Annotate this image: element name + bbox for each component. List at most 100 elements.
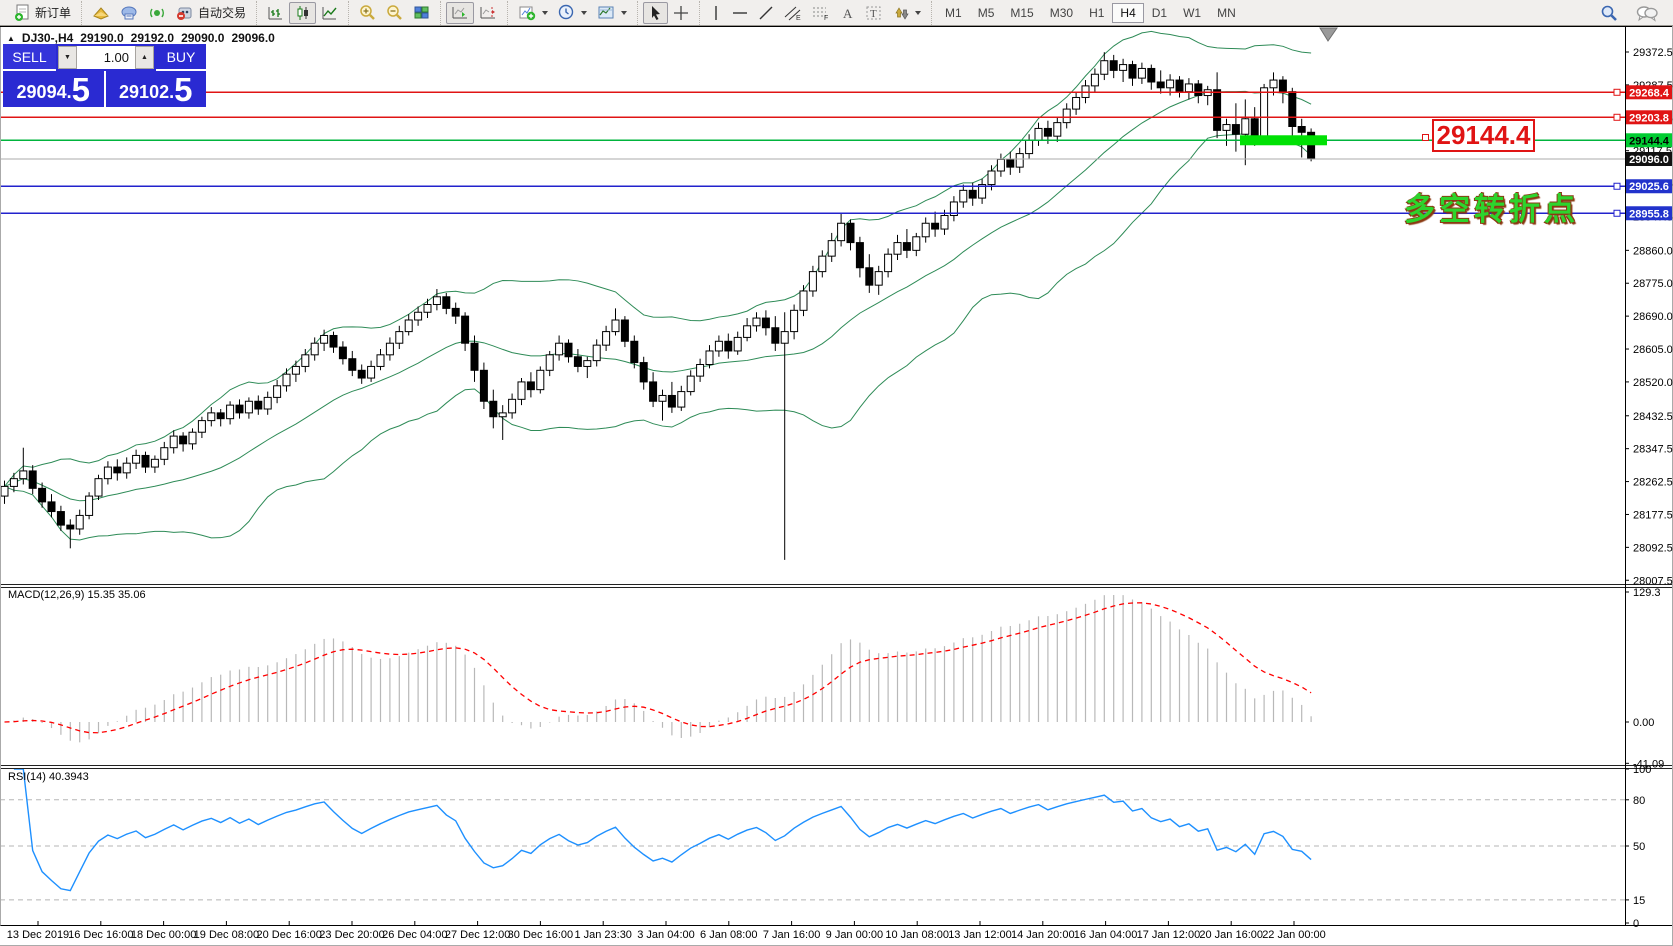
svg-text:9 Jan 00:00: 9 Jan 00:00 xyxy=(826,929,884,941)
svg-text:20 Dec 16:00: 20 Dec 16:00 xyxy=(256,929,321,941)
mouse-cursor-icon xyxy=(1320,28,1337,41)
sell-button[interactable]: SELL xyxy=(3,44,56,71)
svg-text:3 Jan 04:00: 3 Jan 04:00 xyxy=(637,929,695,941)
volume-control: ▼ ▲ xyxy=(56,44,156,71)
svg-text:18 Dec 00:00: 18 Dec 00:00 xyxy=(131,929,196,941)
svg-text:28432.5: 28432.5 xyxy=(1633,411,1673,423)
svg-text:15: 15 xyxy=(1633,895,1645,907)
tab-timeframe-m15[interactable]: M15 xyxy=(1002,3,1041,23)
chat-button[interactable] xyxy=(1631,2,1663,24)
periods-button[interactable] xyxy=(553,2,592,24)
svg-text:E: E xyxy=(796,15,801,21)
svg-text:28007.5: 28007.5 xyxy=(1633,575,1673,587)
svg-text:A: A xyxy=(843,6,853,21)
text-button[interactable]: A xyxy=(835,2,860,24)
new-order-button[interactable]: 新订单 xyxy=(9,2,76,24)
toolbar-group-zoom xyxy=(348,1,440,25)
price-chart-canvas[interactable]: 29372.529287.529202.529117.529032.528947… xyxy=(0,26,1673,946)
tab-timeframe-h4[interactable]: H4 xyxy=(1112,3,1143,23)
macd-axis: 129.30.00-41.09 xyxy=(1633,587,1664,770)
svg-text:100: 100 xyxy=(1633,764,1651,776)
tab-timeframe-h1[interactable]: H1 xyxy=(1081,3,1112,23)
fibonacci-button[interactable]: F xyxy=(807,2,835,24)
one-click-trading-panel: SELL ▼ ▲ BUY 29094 . 5 29102 . 5 xyxy=(3,44,206,107)
horizontal-line-icon xyxy=(732,5,748,21)
tab-timeframe-m1[interactable]: M1 xyxy=(937,3,970,23)
trendline-icon xyxy=(758,5,774,21)
cursor-button[interactable] xyxy=(643,2,668,24)
svg-text:23 Dec 20:00: 23 Dec 20:00 xyxy=(319,929,384,941)
volume-decrease-button[interactable]: ▼ xyxy=(58,46,77,69)
svg-text:1 Jan 23:30: 1 Jan 23:30 xyxy=(574,929,632,941)
text-label-button[interactable]: T xyxy=(860,2,888,24)
tile-windows-icon xyxy=(413,5,430,21)
candlestick-chart-button[interactable] xyxy=(289,2,316,24)
tab-timeframe-d1[interactable]: D1 xyxy=(1144,3,1175,23)
tab-timeframe-m30[interactable]: M30 xyxy=(1042,3,1081,23)
hosting-button[interactable] xyxy=(115,2,143,24)
templates-button[interactable] xyxy=(592,2,632,24)
svg-text:16 Dec 16:00: 16 Dec 16:00 xyxy=(68,929,133,941)
tile-windows-button[interactable] xyxy=(408,2,435,24)
svg-text:29144.4: 29144.4 xyxy=(1629,135,1670,147)
volume-input[interactable] xyxy=(77,46,135,69)
toolbar-group-timeframes: M1M5M15M30H1H4D1W1MN xyxy=(931,1,1249,25)
svg-text:20 Jan 16:00: 20 Jan 16:00 xyxy=(1199,929,1263,941)
macd-signal-line xyxy=(5,603,1312,733)
svg-text:17 Jan 12:00: 17 Jan 12:00 xyxy=(1137,929,1201,941)
tab-timeframe-m5[interactable]: M5 xyxy=(970,3,1003,23)
templates-caret-icon xyxy=(621,11,627,15)
signals-button[interactable] xyxy=(143,2,171,24)
svg-text:6 Jan 08:00: 6 Jan 08:00 xyxy=(700,929,758,941)
arrows-button[interactable] xyxy=(888,2,926,24)
rsi-pane xyxy=(0,769,1625,900)
svg-text:28262.5: 28262.5 xyxy=(1633,477,1673,489)
auto-scroll-icon xyxy=(451,5,469,21)
support-highlight-bar[interactable] xyxy=(1240,135,1327,145)
periods-icon xyxy=(558,4,575,21)
candlestick-chart-icon xyxy=(294,5,311,21)
auto-trading-icon xyxy=(176,5,194,21)
price-axis: 29372.529287.529202.529117.529032.528947… xyxy=(1633,47,1673,587)
annotation-text-cn[interactable]: 多空转折点 xyxy=(1404,184,1579,229)
horizontal-level-lines[interactable] xyxy=(0,89,1625,216)
bar-chart-button[interactable] xyxy=(262,2,289,24)
svg-text:16 Jan 04:00: 16 Jan 04:00 xyxy=(1074,929,1138,941)
vertical-line-button[interactable] xyxy=(705,2,727,24)
zoom-out-button[interactable] xyxy=(381,2,408,24)
callout-anchor-handle[interactable] xyxy=(1422,134,1429,141)
auto-trading-button[interactable]: 自动交易 xyxy=(171,2,251,24)
volume-increase-button[interactable]: ▲ xyxy=(135,46,154,69)
buy-price[interactable]: 29102 . 5 xyxy=(106,71,207,107)
line-chart-button[interactable] xyxy=(316,2,343,24)
tab-timeframe-mn[interactable]: MN xyxy=(1209,3,1244,23)
ohlc-low: 29090.0 xyxy=(181,31,224,45)
chart-shift-button[interactable] xyxy=(474,2,502,24)
buy-button[interactable]: BUY xyxy=(156,44,206,71)
ohlc-close: 29096.0 xyxy=(231,31,274,45)
add-indicator-button[interactable] xyxy=(513,2,553,24)
equidistant-channel-button[interactable]: E xyxy=(779,2,807,24)
tab-timeframe-w1[interactable]: W1 xyxy=(1175,3,1209,23)
search-button[interactable] xyxy=(1595,2,1623,24)
svg-text:10 Jan 08:00: 10 Jan 08:00 xyxy=(885,929,949,941)
toolbar-group-chart-types xyxy=(256,1,348,25)
crosshair-button[interactable] xyxy=(668,2,694,24)
sell-price[interactable]: 29094 . 5 xyxy=(3,71,106,107)
main-toolbar: 新订单 自动交易 xyxy=(0,0,1673,26)
zoom-in-button[interactable] xyxy=(354,2,381,24)
zoom-in-icon xyxy=(359,4,376,21)
svg-text:22 Jan 00:00: 22 Jan 00:00 xyxy=(1262,929,1326,941)
price-callout-label[interactable]: 29144.4 xyxy=(1432,119,1535,152)
horizontal-line-button[interactable] xyxy=(727,2,753,24)
trendline-button[interactable] xyxy=(753,2,779,24)
auto-scroll-button[interactable] xyxy=(446,2,474,24)
chart-window: 29372.529287.529202.529117.529032.528947… xyxy=(0,26,1673,946)
metaeditor-button[interactable] xyxy=(87,2,115,24)
toolbar-group-trading: 新订单 xyxy=(4,1,81,25)
metaeditor-icon xyxy=(92,5,110,21)
svg-text:29203.8: 29203.8 xyxy=(1629,112,1669,124)
collapse-trade-panel-icon[interactable]: ▲ xyxy=(7,34,15,43)
svg-text:28347.5: 28347.5 xyxy=(1633,444,1673,456)
svg-text:28955.8: 28955.8 xyxy=(1629,208,1669,220)
